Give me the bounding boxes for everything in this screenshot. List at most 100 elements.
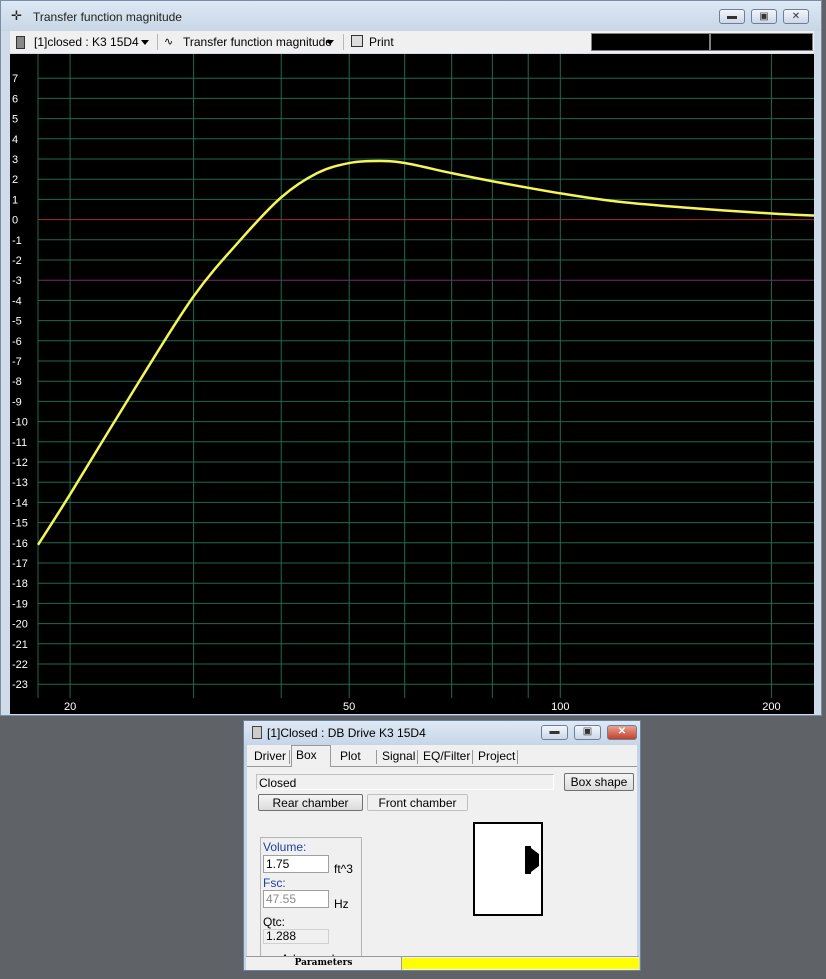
- magnitude-curve: [36, 159, 814, 546]
- y-tick-label: -19: [12, 598, 28, 610]
- minimize-icon: ▬: [549, 726, 560, 737]
- y-tick-label: -5: [12, 316, 22, 328]
- fsc-unit: Hz: [334, 897, 349, 911]
- tab-signal[interactable]: Signal: [378, 747, 419, 766]
- y-tick-label: 3: [12, 154, 18, 166]
- dialog-status-bar: Parameters: [246, 956, 639, 970]
- y-tick-label: -12: [12, 457, 28, 469]
- y-tick-label: -21: [12, 639, 28, 651]
- close-icon: ✕: [617, 726, 627, 737]
- y-tick-label: -6: [12, 336, 22, 348]
- y-tick-label: -16: [12, 538, 28, 550]
- box-shape-button[interactable]: Box shape: [564, 773, 634, 791]
- plot-area[interactable]: 7 6 5 4 3 2 1 0 -1 -2 -3 -4 -5 -6 -7 -8 -9 -10 -11 -12 -13 -1…: [10, 54, 814, 714]
- tab-divider: [289, 750, 290, 764]
- y-tick-label: 0: [12, 215, 18, 227]
- y-tick-label: -23: [12, 679, 28, 691]
- y-tick-label: -8: [12, 376, 22, 388]
- dialog-title: [1]Closed : DB Drive K3 15D4: [267, 726, 426, 740]
- status-parameters-label: Parameters: [246, 957, 402, 970]
- tab-eq-filter[interactable]: EQ/Filter: [419, 747, 474, 766]
- readout-box-2: [710, 33, 813, 51]
- x-tick-label: 200: [762, 701, 780, 713]
- x-tick-label: 50: [343, 701, 355, 713]
- volume-label: Volume:: [263, 840, 307, 854]
- dialog-body: Driver Box Plot Signal EQ/Filter Project…: [247, 745, 637, 969]
- toolbar-separator: [343, 34, 344, 50]
- y-tick-label: 1: [12, 194, 18, 206]
- tab-divider: [376, 750, 377, 764]
- dialog-close-button[interactable]: ✕: [607, 725, 637, 740]
- y-tick-label: -3: [12, 275, 22, 287]
- dialog-title-bar[interactable]: [1]Closed : DB Drive K3 15D4 ▬ ▣ ✕: [244, 721, 640, 745]
- y-tick-label: 5: [12, 114, 18, 126]
- y-tick-label: -13: [12, 477, 28, 489]
- waveform-icon: ∿: [164, 36, 174, 48]
- x-tick-label: 100: [551, 701, 569, 713]
- y-tick-label: -17: [12, 558, 28, 570]
- main-window-title: Transfer function magnitude: [33, 10, 182, 24]
- minimize-button[interactable]: ▬: [719, 9, 745, 24]
- tab-driver[interactable]: Driver: [250, 747, 290, 766]
- y-tick-label: -1: [12, 235, 22, 247]
- plot-type-select[interactable]: Transfer function magnitude: [183, 31, 332, 53]
- y-tick-label: -15: [12, 518, 28, 530]
- readout-box-1: [591, 33, 710, 51]
- y-tick-label: -14: [12, 497, 28, 509]
- y-tick-label: -7: [12, 356, 22, 368]
- project-dropdown-arrow-icon[interactable]: [141, 40, 149, 45]
- y-tick-label: -9: [12, 396, 22, 408]
- qtc-value: 1.288: [263, 929, 329, 944]
- y-tick-label: 4: [12, 134, 18, 146]
- tab-divider: [472, 750, 473, 764]
- print-button[interactable]: Print: [348, 31, 398, 53]
- front-chamber-button[interactable]: Front chamber: [367, 794, 468, 811]
- printer-icon: [351, 35, 363, 47]
- y-tick-label: -4: [12, 295, 22, 307]
- box-preview: [473, 822, 543, 916]
- tab-box[interactable]: Box: [291, 745, 331, 767]
- x-tick-label: 20: [64, 701, 76, 713]
- y-tick-label: -20: [12, 619, 28, 631]
- minimize-icon: ▬: [727, 11, 737, 22]
- print-label: Print: [369, 35, 394, 49]
- volume-input[interactable]: [263, 855, 329, 873]
- rear-chamber-button[interactable]: Rear chamber: [258, 794, 363, 811]
- y-tick-label: -11: [12, 437, 27, 449]
- transfer-function-chart[interactable]: 7 6 5 4 3 2 1 0 -1 -2 -3 -4 -5 -6 -7 -8 -9 -10 -11 -12 -13 -1…: [10, 54, 814, 714]
- tab-divider: [417, 750, 418, 764]
- y-tick-label: -2: [12, 255, 22, 267]
- dialog-minimize-button[interactable]: ▬: [541, 725, 568, 740]
- y-tick-label: 7: [12, 73, 18, 85]
- volume-unit: ft^3: [334, 862, 353, 876]
- y-tick-label: -10: [12, 417, 28, 429]
- document-icon: [16, 36, 25, 49]
- y-tick-label: 6: [12, 93, 18, 105]
- plot-toolbar: [1]closed : K3 15D4 ∿ Transfer function …: [10, 31, 814, 53]
- crosshair-icon: ✛: [11, 8, 22, 23]
- maximize-icon: ▣: [759, 11, 769, 22]
- fsc-label: Fsc:: [263, 876, 286, 890]
- maximize-icon: ▣: [582, 726, 593, 737]
- tab-divider: [517, 750, 518, 764]
- transfer-function-window: ✛ Transfer function magnitude ▬ ▣ ✕ [1]c…: [0, 0, 822, 716]
- qtc-label: Qtc:: [263, 915, 286, 929]
- y-tick-label: 2: [12, 174, 18, 186]
- status-progress-fill: [402, 958, 639, 969]
- tab-plot[interactable]: Plot: [336, 747, 365, 766]
- box-type-display: Closed: [256, 774, 554, 790]
- project-select[interactable]: [1]closed : K3 15D4: [34, 31, 139, 53]
- y-tick-label: -18: [12, 578, 28, 590]
- tab-project[interactable]: Project: [474, 747, 519, 766]
- y-tick-label: -22: [12, 659, 28, 671]
- close-button[interactable]: ✕: [783, 9, 809, 24]
- dialog-maximize-button[interactable]: ▣: [574, 725, 601, 740]
- fsc-value: 47.55: [263, 890, 329, 908]
- maximize-button[interactable]: ▣: [751, 9, 777, 24]
- toolbar-separator: [157, 34, 158, 50]
- close-icon: ✕: [791, 11, 801, 22]
- speaker-driver-icon: [525, 846, 539, 874]
- main-title-bar[interactable]: ✛ Transfer function magnitude ▬ ▣ ✕: [1, 1, 821, 31]
- plot-type-dropdown-arrow-icon[interactable]: [326, 40, 334, 45]
- box-parameters-dialog: [1]Closed : DB Drive K3 15D4 ▬ ▣ ✕ Drive…: [243, 720, 641, 971]
